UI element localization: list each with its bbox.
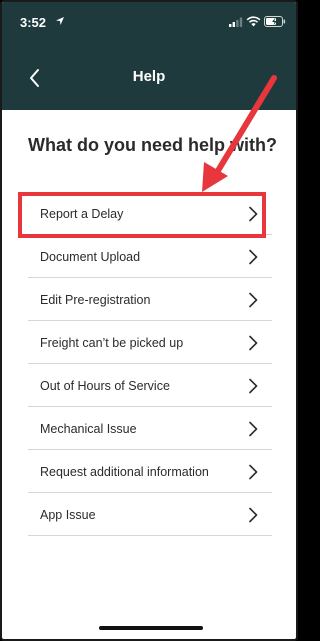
chevron-right-icon: [249, 464, 258, 480]
menu-item-report-delay[interactable]: Report a Delay: [28, 192, 272, 235]
wifi-icon: [246, 16, 261, 27]
menu-item-document-upload[interactable]: Document Upload: [28, 235, 272, 278]
help-menu-list: Report a Delay Document Upload Edit Pre-…: [28, 192, 272, 536]
status-bar: 3:52: [2, 2, 296, 46]
menu-item-label: Edit Pre-registration: [40, 293, 151, 307]
menu-item-mechanical-issue[interactable]: Mechanical Issue: [28, 407, 272, 450]
phone-screen: 3:52 Help What do you need help with? Re…: [0, 0, 298, 641]
chevron-right-icon: [249, 249, 258, 265]
menu-item-label: Document Upload: [40, 250, 141, 264]
menu-item-edit-pre-registration[interactable]: Edit Pre-registration: [28, 278, 272, 321]
menu-item-label: Out of Hours of Service: [40, 379, 170, 393]
chevron-right-icon: [249, 421, 258, 437]
menu-item-app-issue[interactable]: App Issue: [28, 493, 272, 536]
navigation-bar: Help: [2, 46, 296, 110]
chevron-right-icon: [249, 206, 258, 222]
menu-item-freight-not-picked-up[interactable]: Freight can’t be picked up: [28, 321, 272, 364]
chevron-right-icon: [249, 292, 258, 308]
menu-item-label: App Issue: [40, 508, 96, 522]
chevron-right-icon: [249, 378, 258, 394]
home-indicator: [99, 626, 203, 630]
help-heading: What do you need help with?: [28, 135, 277, 155]
menu-item-label: Report a Delay: [40, 207, 124, 221]
menu-item-label: Freight can’t be picked up: [40, 336, 184, 350]
status-time: 3:52: [20, 15, 47, 30]
page-title: Help: [132, 68, 166, 85]
location-arrow-icon: [56, 17, 64, 25]
battery-icon: [264, 16, 286, 27]
cellular-signal-icon: [229, 17, 243, 27]
menu-item-label: Mechanical Issue: [40, 422, 137, 436]
menu-item-label: Request additional information: [40, 465, 209, 479]
menu-item-request-info[interactable]: Request additional information: [28, 450, 272, 493]
chevron-right-icon: [249, 507, 258, 523]
menu-item-out-of-hours[interactable]: Out of Hours of Service: [28, 364, 272, 407]
chevron-right-icon: [249, 335, 258, 351]
